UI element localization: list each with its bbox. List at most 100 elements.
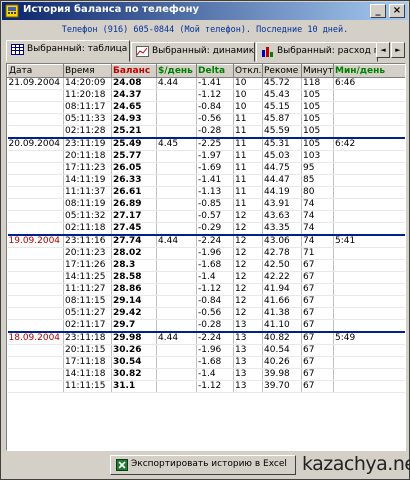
table-row[interactable]: 20:11:18 25.77 -1.97 11 45.03 103 [7, 150, 405, 163]
tab-scroll-left-button[interactable]: ◄ [376, 42, 390, 58]
table-row[interactable]: 02:11:28 25.21 -0.28 11 45.59 105 [7, 125, 405, 139]
cell-recommended: 41.94 [262, 283, 302, 296]
table-row[interactable]: 17:11:23 26.05 -1.69 11 44.75 95 [7, 162, 405, 175]
cell-recommended: 45.72 [262, 77, 302, 90]
cell-minutes: 67 [301, 368, 334, 381]
cell-balance: 29.14 [111, 295, 157, 308]
table-row[interactable]: 08:11:19 26.89 -0.85 11 43.91 74 [7, 198, 405, 211]
table-row[interactable]: 02:11:17 29.7 -0.28 13 41.10 67 [7, 319, 405, 333]
col-header-minutes[interactable]: Минут [301, 64, 334, 78]
table-row[interactable]: 19.09.2004 23:11:16 27.74 4.44 -2.24 12 43.06 7… [7, 234, 405, 248]
col-header-min-per-day[interactable]: Мин/день [333, 64, 405, 78]
cell-min-per-day [333, 125, 405, 139]
cell-delta: -0.56 [196, 113, 234, 126]
close-button[interactable]: × [389, 4, 405, 18]
title-bar[interactable]: История баланса по телефону _ × [2, 2, 408, 20]
cell-date [7, 222, 64, 236]
cell-time: 08:11:17 [63, 101, 112, 114]
table-row[interactable]: 17:11:26 28.3 -1.68 12 42.50 67 [7, 259, 405, 272]
table-row[interactable]: 20:11:15 30.26 -1.96 13 40.54 67 [7, 344, 405, 357]
table-row[interactable]: 20.09.2004 23:11:19 25.49 4.45 -2.25 11 45.31 1… [7, 137, 405, 151]
cell-min-per-day [333, 344, 405, 357]
cell-deviation: 12 [233, 210, 263, 223]
cell-delta: -1.12 [196, 380, 234, 393]
table-row[interactable]: 08:11:17 24.65 -0.84 10 45.15 105 [7, 101, 405, 114]
cell-balance: 26.05 [111, 162, 157, 175]
cell-date [7, 368, 64, 381]
cell-recommended: 42.22 [262, 271, 302, 284]
tab-expense[interactable]: Выбранный: расход по... [256, 42, 378, 62]
cell-minutes: 80 [301, 186, 334, 199]
cell-balance: 30.54 [111, 356, 157, 369]
cell-balance: 24.08 [111, 77, 157, 90]
tab-dynamics[interactable]: Выбранный: динамика [131, 42, 255, 62]
table-row[interactable]: 11:11:15 31.1 -1.12 13 39.70 67 [7, 380, 405, 393]
cell-min-per-day [333, 319, 405, 333]
cell-per-day: 4.44 [156, 234, 197, 248]
col-header-per-day[interactable]: $/день [156, 64, 197, 78]
table-row[interactable]: 21.09.2004 14:20:09 24.08 4.44 -1.41 10 45.72 1… [7, 77, 405, 90]
cell-recommended: 43.06 [262, 234, 302, 248]
bottom-bar: Экспортировать историю в Excel kazachya.… [4, 453, 410, 477]
col-header-balance[interactable]: Баланс [111, 64, 157, 78]
cell-time: 17:11:18 [63, 356, 112, 369]
table-row[interactable]: 05:11:33 24.93 -0.56 11 45.87 105 [7, 113, 405, 126]
cell-min-per-day [333, 174, 405, 187]
table-row[interactable]: 11:20:18 24.37 -1.12 10 45.43 105 [7, 89, 405, 102]
cell-recommended: 40.26 [262, 356, 302, 369]
cell-minutes: 67 [301, 356, 334, 369]
cell-deviation: 13 [233, 331, 263, 345]
cell-date [7, 356, 64, 369]
cell-delta: -1.4 [196, 271, 234, 284]
table-row[interactable]: 08:11:15 29.14 -0.84 12 41.66 67 [7, 295, 405, 308]
cell-balance: 24.37 [111, 89, 157, 102]
table-row[interactable]: 11:11:37 26.61 -1.13 11 44.19 80 [7, 186, 405, 199]
cell-date [7, 271, 64, 284]
col-header-deviation[interactable]: Откл. [233, 64, 263, 78]
table-row[interactable]: 14:11:19 26.33 -1.41 11 44.47 85 [7, 174, 405, 187]
cell-recommended: 45.43 [262, 89, 302, 102]
table-row[interactable]: 02:11:18 27.45 -0.29 12 43.35 74 [7, 222, 405, 236]
cell-date: 19.09.2004 [7, 234, 64, 248]
cell-per-day: 4.44 [156, 331, 197, 345]
table-row[interactable]: 14:11:18 30.82 -1.4 13 39.98 67 [7, 368, 405, 381]
cell-deviation: 11 [233, 174, 263, 187]
table-row[interactable]: 05:11:32 27.17 -0.57 12 43.63 74 [7, 210, 405, 223]
tab-scroll-right-button[interactable]: ► [391, 42, 405, 58]
col-header-delta[interactable]: Delta [196, 64, 234, 78]
cell-deviation: 13 [233, 356, 263, 369]
tab-table[interactable]: Выбранный: таблица [6, 40, 130, 62]
cell-per-day [156, 101, 197, 114]
cell-recommended: 44.75 [262, 162, 302, 175]
col-header-recommended[interactable]: Рекоме [262, 64, 302, 78]
cell-time: 17:11:26 [63, 259, 112, 272]
cell-recommended: 43.35 [262, 222, 302, 236]
cell-balance: 29.98 [111, 331, 157, 345]
cell-balance: 27.74 [111, 234, 157, 248]
table-row[interactable]: 14:11:25 28.58 -1.4 12 42.22 67 [7, 271, 405, 284]
col-header-time[interactable]: Время [63, 64, 112, 78]
col-header-date[interactable]: Дата [7, 64, 64, 78]
table-row[interactable]: 11:11:27 28.86 -1.12 12 41.94 67 [7, 283, 405, 296]
cell-min-per-day: 5:41 [333, 234, 405, 248]
export-excel-button[interactable]: Экспортировать историю в Excel [110, 455, 296, 475]
cell-date [7, 113, 64, 126]
cell-recommended: 41.10 [262, 319, 302, 333]
cell-deviation: 12 [233, 271, 263, 284]
cell-min-per-day [333, 356, 405, 369]
table-row[interactable]: 20:11:23 28.02 -1.96 12 42.78 71 [7, 247, 405, 260]
table-row[interactable]: 18.09.2004 23:11:18 29.98 4.44 -2.24 13 40.82 6… [7, 331, 405, 345]
table-row[interactable]: 05:11:27 29.42 -0.56 12 41.38 67 [7, 307, 405, 320]
cell-minutes: 95 [301, 162, 334, 175]
cell-delta: -1.12 [196, 89, 234, 102]
cell-date [7, 344, 64, 357]
minimize-button[interactable]: _ [370, 4, 386, 18]
cell-per-day [156, 186, 197, 199]
phone-app-icon [5, 4, 19, 18]
balance-grid[interactable]: Дата Время Баланс $/день Delta Откл. Рек… [6, 63, 406, 451]
cell-min-per-day [333, 295, 405, 308]
cell-per-day [156, 125, 197, 139]
cell-date: 21.09.2004 [7, 77, 64, 90]
table-row[interactable]: 17:11:18 30.54 -1.68 13 40.26 67 [7, 356, 405, 369]
cell-date [7, 150, 64, 163]
